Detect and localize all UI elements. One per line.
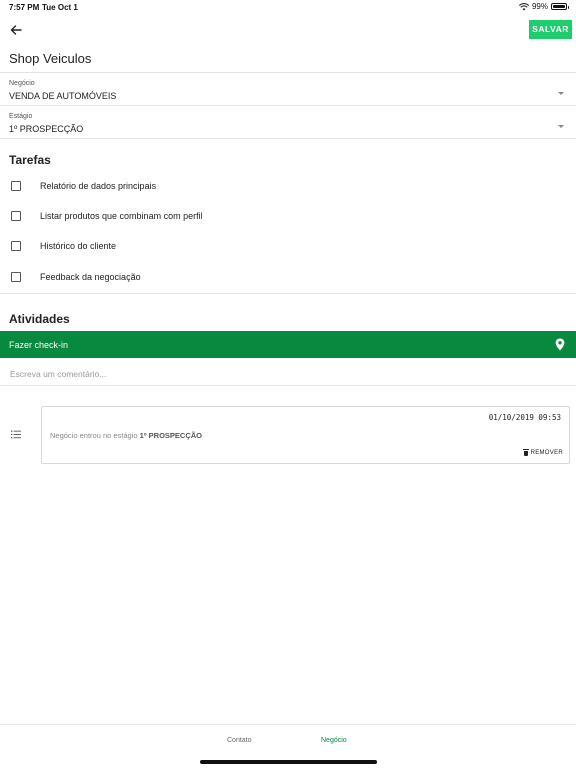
tasks-title: Tarefas (9, 153, 51, 167)
tab-negocio[interactable]: Negócio (321, 737, 347, 744)
estagio-select[interactable]: Estágio 1º PROSPECÇÃO (0, 106, 576, 138)
home-indicator (200, 760, 377, 764)
activity-stage: 1º PROSPECÇÃO (139, 431, 202, 440)
trash-icon (522, 449, 529, 456)
back-button[interactable] (8, 22, 24, 38)
dropdown-caret-icon (558, 92, 564, 95)
task-checkbox[interactable] (11, 181, 21, 191)
status-bar: 7:57 PM Tue Oct 1 99% (0, 0, 576, 14)
checkin-label: Fazer check-in (9, 340, 69, 350)
task-item[interactable]: Listar produtos que combinam com perfil (0, 202, 576, 232)
tab-contato[interactable]: Contato (227, 737, 252, 744)
activities-title: Atividades (9, 312, 70, 326)
list-icon (11, 430, 21, 439)
bottom-nav: Contato Negócio (0, 724, 576, 768)
comment-input[interactable] (0, 362, 576, 386)
battery-percent: 99% (531, 2, 548, 11)
task-item[interactable]: Feedback da negociação (0, 263, 576, 293)
task-checkbox[interactable] (11, 272, 21, 282)
dropdown-caret-icon (558, 125, 564, 128)
estagio-label: Estágio (9, 113, 33, 120)
task-label: Feedback da negociação (40, 272, 141, 282)
checkin-button[interactable]: Fazer check-in (0, 331, 576, 358)
task-label: Listar produtos que combinam com perfil (40, 211, 203, 221)
task-checkbox[interactable] (11, 211, 21, 221)
activity-text: Negócio entrou no estágio 1º PROSPECÇÃO (50, 431, 202, 440)
map-pin-icon (555, 338, 565, 351)
estagio-value: 1º PROSPECÇÃO (9, 124, 84, 134)
arrow-left-icon (10, 25, 22, 35)
battery-fill (553, 5, 565, 8)
task-item[interactable]: Relatório de dados principais (0, 172, 576, 202)
activity-timestamp: 01/10/2019 09:53 (488, 413, 561, 422)
negocio-label: Negócio (9, 80, 35, 87)
remove-button[interactable]: REMOVER (522, 449, 563, 456)
status-date: Tue Oct 1 (42, 3, 78, 12)
status-time: 7:57 PM (9, 3, 40, 12)
task-checkbox[interactable] (11, 241, 21, 251)
remove-label: REMOVER (530, 450, 563, 456)
task-label: Histórico do cliente (40, 241, 117, 251)
battery-icon (551, 3, 569, 10)
negocio-select[interactable]: Negócio VENDA DE AUTOMÓVEIS (0, 73, 576, 105)
page-title: Shop Veiculos (9, 51, 92, 66)
save-button[interactable]: SALVAR (529, 20, 572, 39)
wifi-icon (518, 2, 529, 10)
task-label: Relatório de dados principais (40, 181, 157, 191)
activity-text-prefix: Negócio entrou no estágio (50, 431, 138, 440)
task-item[interactable]: Histórico do cliente (0, 232, 576, 262)
divider (0, 138, 576, 139)
activity-card: 01/10/2019 09:53 Negócio entrou no estág… (41, 406, 570, 464)
divider (0, 293, 576, 294)
status-right: 99% (518, 2, 569, 11)
negocio-value: VENDA DE AUTOMÓVEIS (9, 91, 117, 101)
